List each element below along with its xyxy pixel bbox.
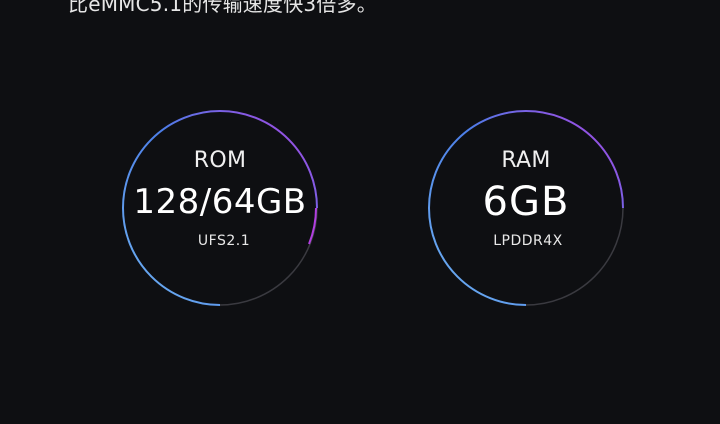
ram-sub: LPDDR4X xyxy=(493,233,563,249)
rom-value: 128/64GB xyxy=(133,182,307,222)
rom-spec-card: ROM 128/64GB UFS2.1 xyxy=(120,108,320,308)
rom-sub: UFS2.1 xyxy=(197,233,251,249)
ram-label: RAM xyxy=(501,148,551,173)
ram-value: 6GB xyxy=(482,179,570,225)
intro-text: 比eMMC5.1的传输速度快3倍多。 xyxy=(68,0,377,16)
ram-spec-card: RAM 6GB LPDDR4X xyxy=(426,108,626,308)
rom-label: ROM xyxy=(193,148,247,173)
